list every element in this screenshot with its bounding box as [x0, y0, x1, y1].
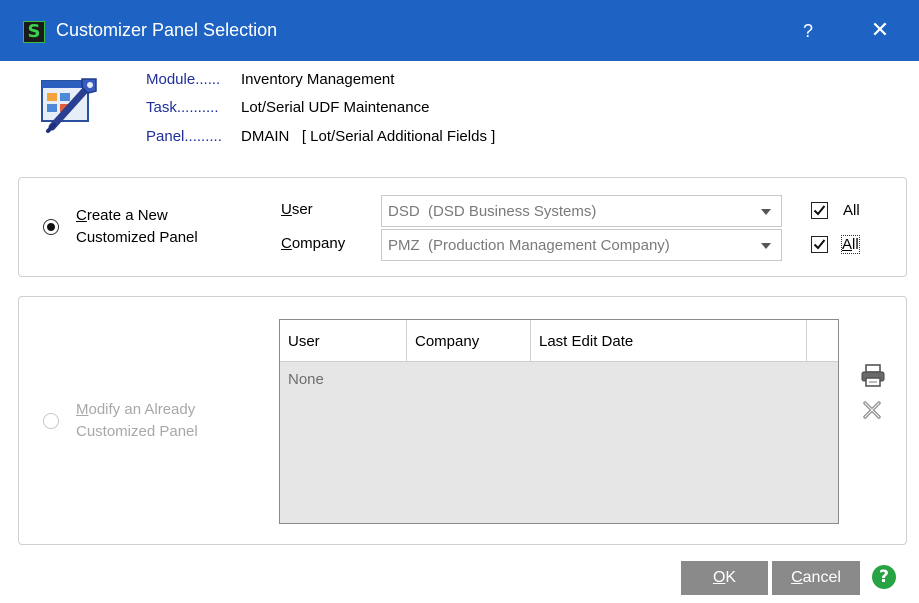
customized-panels-table[interactable]: User Company Last Edit Date None	[279, 319, 839, 524]
title-bar: S Customizer Panel Selection ? ✕	[0, 0, 919, 61]
company-all-rest: ll	[852, 236, 859, 253]
panel-label: Panel.........	[146, 128, 222, 145]
table-header: User Company Last Edit Date	[280, 320, 838, 362]
company-all-checkbox[interactable]	[811, 236, 828, 253]
chevron-down-icon[interactable]	[761, 243, 771, 249]
user-select-value: DSD (DSD Business Systems)	[388, 203, 597, 220]
company-label-rest: ompany	[291, 235, 346, 252]
user-all-checkbox[interactable]	[811, 202, 828, 219]
column-header-company[interactable]: Company	[407, 320, 531, 361]
window-title: Customizer Panel Selection	[56, 20, 278, 40]
table-empty-text: None	[288, 371, 324, 388]
delete-x-icon[interactable]	[862, 400, 882, 424]
ok-mnemonic: O	[712, 569, 726, 586]
ok-label-rest: K	[725, 569, 737, 586]
checkmark-icon	[813, 239, 826, 250]
modify-line2: Customized Panel	[76, 423, 198, 440]
cancel-label-rest: ancel	[802, 569, 841, 586]
user-label: User	[281, 201, 313, 218]
company-mnemonic: C	[281, 235, 292, 252]
column-header-user[interactable]: User	[280, 320, 407, 361]
create-new-line1: reate a New	[86, 207, 168, 224]
company-all-label[interactable]: All	[841, 235, 860, 254]
modify-line1: odify an Already	[88, 401, 196, 418]
printer-icon[interactable]	[860, 364, 886, 392]
close-button[interactable]: ✕	[862, 14, 898, 48]
modify-mnemonic: M	[76, 401, 89, 418]
panel-value: DMAIN [ Lot/Serial Additional Fields ]	[241, 128, 496, 145]
create-new-mnemonic: C	[76, 207, 87, 224]
module-value: Inventory Management	[241, 71, 395, 88]
customizer-panel-icon	[38, 71, 102, 135]
create-new-line2: Customized Panel	[76, 229, 198, 246]
company-select[interactable]: PMZ (Production Management Company)	[381, 229, 782, 261]
create-new-label[interactable]: Create a New Customized Panel	[76, 205, 198, 249]
company-label: Company	[281, 235, 345, 252]
user-all-label[interactable]: All	[843, 202, 860, 219]
company-all-mnemonic: A	[842, 236, 853, 253]
cancel-button[interactable]: Cancel	[772, 561, 860, 595]
modify-existing-label[interactable]: Modify an Already Customized Panel	[76, 399, 198, 443]
help-icon[interactable]: ?	[872, 565, 896, 589]
checkmark-icon	[813, 205, 826, 216]
sage-app-icon: S	[23, 21, 45, 43]
user-select[interactable]: DSD (DSD Business Systems)	[381, 195, 782, 227]
create-new-radio[interactable]	[43, 219, 59, 235]
modify-existing-radio[interactable]	[43, 413, 59, 429]
company-select-value: PMZ (Production Management Company)	[388, 237, 670, 254]
user-label-rest: ser	[291, 201, 313, 218]
title-help-button[interactable]: ?	[794, 14, 822, 48]
module-label: Module......	[146, 71, 221, 88]
chevron-down-icon[interactable]	[761, 209, 771, 215]
cancel-mnemonic: C	[791, 569, 803, 586]
column-header-last-edit-date[interactable]: Last Edit Date	[531, 320, 807, 361]
task-value: Lot/Serial UDF Maintenance	[241, 99, 430, 116]
ok-button[interactable]: OK	[681, 561, 768, 595]
task-label: Task..........	[146, 99, 219, 116]
user-mnemonic: U	[281, 201, 292, 218]
